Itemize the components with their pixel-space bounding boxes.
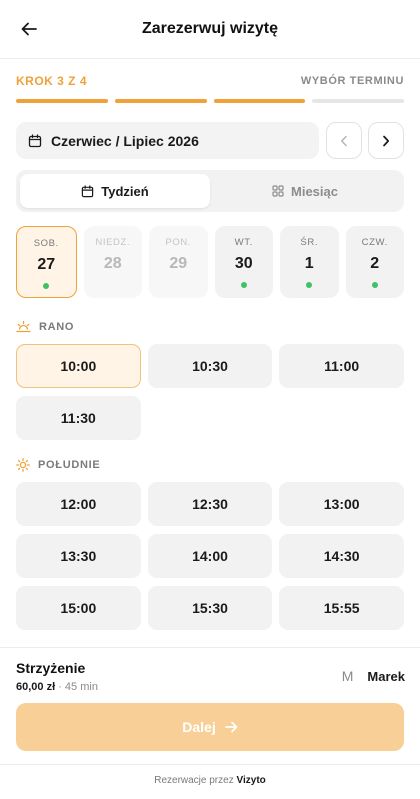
step-counter: KROK 3 Z 4 [16, 74, 88, 88]
section-morning-label: RANO [39, 320, 75, 333]
day-number: 28 [103, 255, 122, 272]
step-name: WYBÓR TERMINU [300, 75, 404, 87]
day-item[interactable]: ŚR. 1 [280, 226, 339, 298]
tab-month[interactable]: Miesiąc [210, 174, 400, 208]
day-number: 29 [169, 255, 188, 272]
afternoon-slots: 12:00 12:30 13:00 13:30 14:00 14:30 15:0… [16, 482, 404, 630]
day-item[interactable]: SOB. 27 [16, 226, 77, 298]
chevron-left-icon [341, 135, 347, 146]
previous-week-button[interactable] [326, 122, 362, 159]
section-afternoon-label: POŁUDNIE [38, 459, 101, 471]
meta-separator: · [55, 681, 65, 693]
next-button[interactable]: Dalej [16, 703, 404, 751]
time-slot[interactable]: 13:00 [279, 482, 404, 526]
time-slot[interactable]: 14:00 [147, 534, 273, 578]
time-slot[interactable]: 15:00 [16, 586, 141, 630]
step-progress [16, 99, 404, 103]
calendar-icon [82, 184, 94, 197]
footer-brand: Vizyto [236, 775, 266, 786]
availability-dot [371, 282, 378, 288]
arrow-right-icon [224, 721, 238, 733]
footer-divider [0, 764, 420, 765]
progress-segment [312, 99, 404, 103]
day-item: NIEDZ. 28 [83, 226, 142, 298]
day-picker: SOB. 27 NIEDZ. 28 PON. 29 WT. 30 ŚR. 1 C… [16, 226, 404, 298]
day-name: CZW. [361, 237, 388, 248]
section-morning: RANO [16, 320, 74, 333]
month-selector[interactable]: Czerwiec / Lipiec 2026 [16, 122, 319, 159]
time-slot[interactable]: 11:00 [279, 344, 404, 388]
summary-divider [0, 647, 420, 648]
day-item[interactable]: CZW. 2 [345, 226, 404, 298]
step-indicator: KROK 3 Z 4 WYBÓR TERMINU [16, 74, 404, 88]
time-slot[interactable]: 12:30 [147, 482, 273, 526]
next-button-label: Dalej [182, 719, 216, 735]
month-label: Czerwiec / Lipiec 2026 [51, 132, 199, 149]
day-name: NIEDZ. [95, 237, 131, 248]
tab-week-label: Tydzień [101, 183, 149, 199]
staff-avatar-initial: M [341, 668, 354, 684]
arrow-left-icon [21, 22, 37, 36]
time-slot[interactable]: 12:00 [16, 482, 141, 526]
availability-dot [240, 282, 247, 288]
day-item: PON. 29 [149, 226, 208, 298]
day-name: ŚR. [300, 237, 319, 248]
availability-dot [43, 283, 50, 289]
staff-name: Marek [367, 668, 405, 684]
morning-slots: 10:00 10:30 11:00 11:30 [16, 344, 404, 440]
day-number: 27 [37, 256, 56, 273]
chevron-right-icon [383, 135, 390, 146]
service-name: Strzyżenie [16, 660, 86, 676]
sun-icon [16, 458, 30, 472]
time-slot[interactable]: 15:30 [147, 586, 273, 630]
service-price: 60,00 zł [16, 681, 56, 693]
progress-segment [114, 99, 207, 103]
header: Zarezerwuj wizytę [0, 0, 420, 58]
section-afternoon: POŁUDNIE [16, 458, 100, 472]
time-slot[interactable]: 14:30 [279, 534, 404, 578]
day-number: 2 [370, 255, 380, 272]
tab-month-label: Miesiąc [291, 183, 338, 199]
service-duration: 45 min [64, 681, 98, 693]
progress-segment [213, 99, 306, 103]
back-button[interactable] [16, 17, 42, 41]
day-number: 30 [234, 255, 253, 272]
progress-segment [16, 99, 108, 103]
page-title: Zarezerwuj wizytę [141, 20, 279, 37]
tab-week[interactable]: Tydzień [20, 174, 210, 208]
day-name: PON. [165, 237, 192, 248]
header-divider [0, 58, 420, 59]
time-slot[interactable]: 13:30 [16, 534, 141, 578]
grid-icon [272, 185, 284, 197]
day-number: 1 [304, 255, 314, 272]
time-slot[interactable]: 10:30 [147, 344, 273, 388]
day-name: SOB. [33, 238, 59, 249]
day-item[interactable]: WT. 30 [214, 226, 273, 298]
view-toggle: Tydzień Miesiąc [16, 170, 404, 212]
sunrise-icon [16, 320, 31, 333]
footer-prefix: Rezerwacje przez [154, 775, 234, 786]
next-week-button[interactable] [368, 122, 404, 159]
time-slot[interactable]: 15:55 [279, 586, 404, 630]
day-name: WT. [234, 237, 253, 248]
availability-dot [306, 282, 313, 288]
calendar-icon [28, 133, 42, 147]
staff-info: M Marek [342, 668, 405, 684]
footer: Rezerwacje przez Vizyto [0, 775, 420, 786]
time-slot[interactable]: 10:00 [16, 344, 141, 388]
time-slot[interactable]: 11:30 [16, 396, 141, 440]
service-meta: 60,00 zł · 45 min [16, 681, 98, 693]
